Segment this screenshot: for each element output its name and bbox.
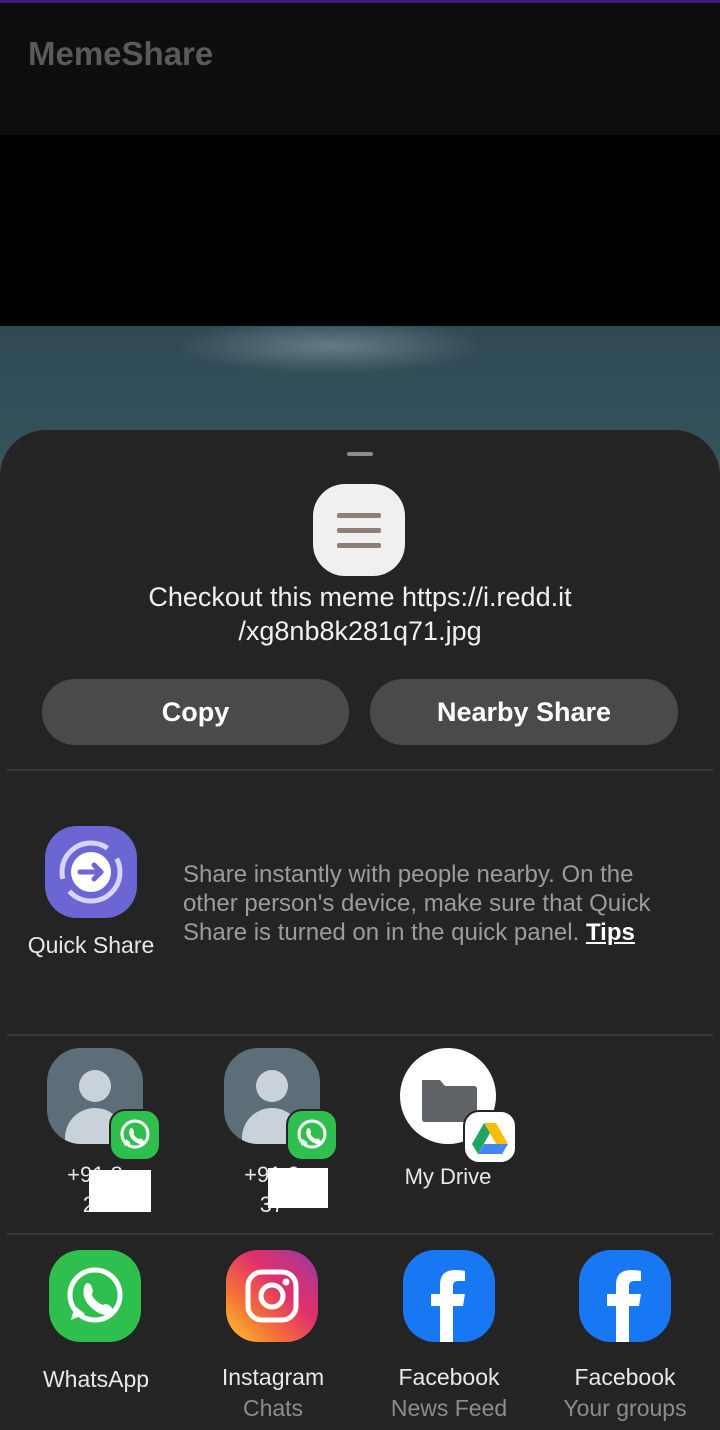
app-name: Facebook	[398, 1364, 500, 1390]
app-title: MemeShare	[28, 35, 214, 72]
facebook-icon	[579, 1250, 671, 1342]
quick-share-description: Share instantly with people nearby. On t…	[183, 860, 683, 947]
whatsapp-icon	[49, 1250, 141, 1342]
whatsapp-icon	[286, 1109, 338, 1161]
content-area	[0, 135, 720, 326]
app-subtitle: Your groups	[563, 1395, 687, 1421]
nearby-share-button[interactable]: Nearby Share	[370, 679, 678, 745]
quick-share-label[interactable]: Quick Share	[18, 932, 164, 959]
shared-text-line2: /xg8nb8k281q71.jpg	[238, 616, 482, 646]
share-sheet: Checkout this meme https://i.redd.it /xg…	[0, 430, 720, 1430]
divider	[7, 1034, 713, 1036]
tips-link[interactable]: Tips	[586, 919, 635, 946]
whatsapp-icon	[109, 1109, 161, 1161]
divider	[7, 769, 713, 771]
redaction-box	[268, 1168, 328, 1208]
app-subtitle: Chats	[242, 1395, 304, 1421]
drag-handle[interactable]	[347, 452, 373, 456]
app-name: Facebook	[574, 1364, 676, 1390]
app-subtitle: News Feed	[390, 1395, 508, 1421]
divider	[7, 1233, 713, 1235]
shared-text-line1: Checkout this meme https://i.redd.it	[148, 582, 572, 612]
app-name: WhatsApp	[42, 1366, 150, 1392]
quick-share-description-text: Share instantly with people nearby. On t…	[183, 861, 651, 946]
redaction-box	[89, 1170, 151, 1212]
my-drive-label: My Drive	[404, 1164, 492, 1189]
google-drive-icon	[463, 1110, 517, 1164]
facebook-icon	[403, 1250, 495, 1342]
app-name: Instagram	[221, 1364, 325, 1390]
copy-button[interactable]: Copy	[42, 679, 349, 745]
instagram-icon	[226, 1250, 318, 1342]
shared-text-preview: Checkout this meme https://i.redd.it /xg…	[60, 580, 660, 648]
app-bar: MemeShare	[0, 3, 720, 135]
text-document-icon	[313, 484, 405, 576]
quick-share-icon[interactable]	[45, 826, 137, 918]
